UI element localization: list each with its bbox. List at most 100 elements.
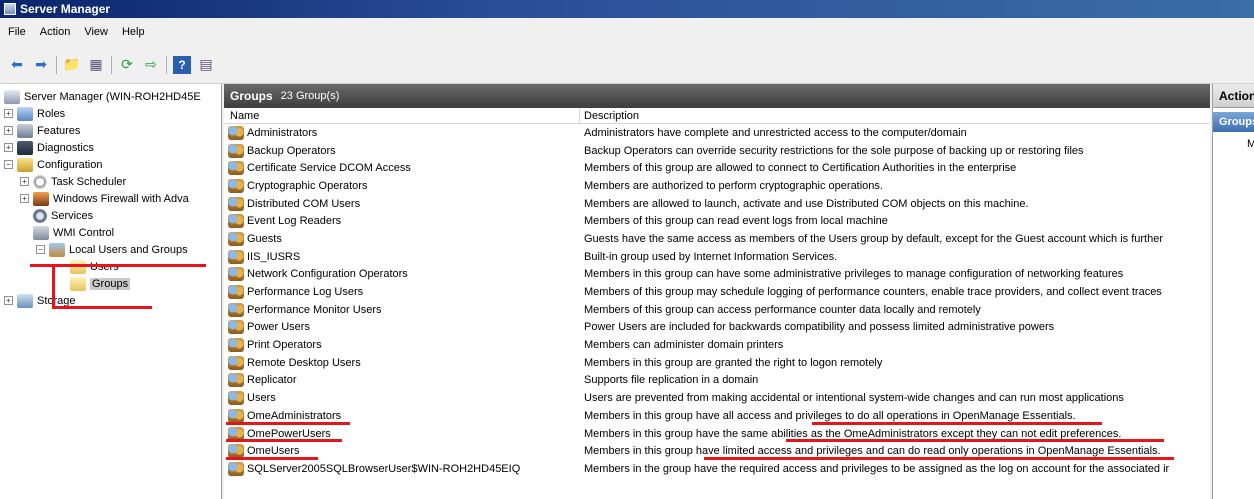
table-row[interactable]: Event Log Readers Members of this group c…: [224, 212, 1210, 230]
tree-label: Windows Firewall with Adva: [53, 192, 189, 205]
group-name-cell: Users: [224, 391, 580, 406]
tree-item-configuration[interactable]: − Configuration: [0, 156, 221, 173]
column-header-name[interactable]: Name: [224, 108, 580, 123]
table-row[interactable]: Administrators Administrators have comple…: [224, 124, 1210, 142]
action-pane-icon[interactable]: ▤: [197, 56, 215, 74]
menu-action[interactable]: Action: [36, 26, 81, 38]
group-icon: [228, 285, 244, 300]
group-icon: [228, 391, 244, 406]
table-row[interactable]: Power Users Power Users are included for …: [224, 319, 1210, 337]
collapse-icon[interactable]: −: [4, 160, 13, 169]
table-row[interactable]: OmePowerUsers Members in this group have …: [224, 425, 1210, 443]
table-row[interactable]: Guests Guests have the same access as mem…: [224, 230, 1210, 248]
group-name: Certificate Service DCOM Access: [247, 162, 411, 175]
table-row[interactable]: Performance Monitor Users Members of this…: [224, 301, 1210, 319]
tree-item-firewall[interactable]: + Windows Firewall with Adva: [0, 190, 221, 207]
toolbar-separator: [166, 55, 167, 74]
table-row[interactable]: Distributed COM Users Members are allowed…: [224, 195, 1210, 213]
group-name-cell: Backup Operators: [224, 143, 580, 158]
expand-icon[interactable]: +: [4, 109, 13, 118]
tree-item-local-users-and-groups[interactable]: − Local Users and Groups: [0, 241, 221, 258]
forward-arrow-icon[interactable]: ➡: [32, 56, 50, 74]
group-icon: [228, 302, 244, 317]
group-name: Guests: [247, 232, 282, 245]
table-row[interactable]: Network Configuration Operators Members i…: [224, 266, 1210, 284]
expand-icon[interactable]: +: [4, 296, 13, 305]
group-name-cell: Event Log Readers: [224, 214, 580, 229]
group-description: Members in this group have all access an…: [584, 409, 1076, 422]
help-icon[interactable]: ?: [173, 55, 191, 74]
group-icon: [228, 338, 244, 353]
expand-icon[interactable]: +: [20, 194, 29, 203]
table-row[interactable]: Certificate Service DCOM Access Members o…: [224, 159, 1210, 177]
tree-item-roles[interactable]: + Roles: [0, 105, 221, 122]
table-row[interactable]: OmeAdministrators Members in this group h…: [224, 407, 1210, 425]
pane-header: Groups 23 Group(s): [224, 84, 1210, 108]
group-icon: [228, 355, 244, 370]
group-description: Guests have the same access as members o…: [584, 232, 1164, 245]
configuration-icon: [17, 157, 33, 172]
tree-label: Storage: [37, 294, 76, 307]
menu-view[interactable]: View: [80, 26, 118, 38]
menu-file[interactable]: File: [4, 26, 36, 38]
group-icon: [228, 249, 244, 264]
collapse-icon[interactable]: −: [36, 245, 45, 254]
table-row[interactable]: IIS_IUSRS Built-in group used by Internet…: [224, 248, 1210, 266]
table-row[interactable]: SQLServer2005SQLBrowserUser$WIN-ROH2HD45…: [224, 460, 1210, 478]
table-row[interactable]: Backup Operators Backup Operators can ove…: [224, 142, 1210, 160]
group-description: Supports file replication in a domain: [584, 374, 759, 387]
group-icon: [228, 461, 244, 476]
menu-help[interactable]: Help: [118, 26, 155, 38]
table-row[interactable]: Remote Desktop Users Members in this grou…: [224, 354, 1210, 372]
tree-item-wmi-control[interactable]: WMI Control: [0, 224, 221, 241]
table-row[interactable]: OmeUsers Members in this group have limit…: [224, 442, 1210, 461]
toolbar: ⬅ ➡ 📁 ▦ ⟳ ⇨ ? ▤: [0, 46, 1254, 84]
group-icon: [228, 196, 244, 211]
column-header-description[interactable]: Description: [580, 108, 639, 123]
tree-item-services[interactable]: Services: [0, 207, 221, 224]
tree-item-server-manager[interactable]: Server Manager (WIN-ROH2HD45E: [0, 88, 221, 105]
tree-item-task-scheduler[interactable]: + Task Scheduler: [0, 173, 221, 190]
menu-bar: File Action View Help: [0, 18, 1254, 46]
group-name: Distributed COM Users: [247, 197, 361, 210]
table-row[interactable]: Replicator Supports file replication in a…: [224, 372, 1210, 390]
group-description: Members of this group can access perform…: [584, 303, 981, 316]
refresh-icon[interactable]: ⟳: [118, 56, 136, 74]
group-icon: [228, 320, 244, 335]
window-title-bar: Server Manager: [0, 0, 1254, 18]
expand-icon[interactable]: +: [20, 177, 29, 186]
table-row[interactable]: Cryptographic Operators Members are autho…: [224, 177, 1210, 195]
group-description: Built-in group used by Internet Informat…: [584, 250, 838, 263]
expand-icon[interactable]: +: [4, 143, 13, 152]
actions-section-groups[interactable]: Groups: [1213, 112, 1254, 132]
tree-label: Services: [51, 209, 94, 222]
group-name-cell: Performance Monitor Users: [224, 302, 580, 317]
tree-item-diagnostics[interactable]: + Diagnostics: [0, 139, 221, 156]
back-arrow-icon[interactable]: ⬅: [8, 56, 26, 74]
export-list-icon[interactable]: ⇨: [142, 56, 160, 74]
folder-icon: [70, 276, 86, 291]
highlight-bracket: [52, 266, 55, 308]
group-count: 23 Group(s): [280, 90, 340, 102]
expand-icon[interactable]: +: [4, 126, 13, 135]
more-actions-link[interactable]: More Actions: [1213, 132, 1254, 150]
group-name: Administrators: [247, 126, 318, 139]
group-description: Members can administer domain printers: [584, 339, 784, 352]
group-name: Network Configuration Operators: [247, 268, 408, 281]
table-row[interactable]: Performance Log Users Members of this gro…: [224, 283, 1210, 301]
tree-item-groups[interactable]: Groups: [0, 275, 221, 292]
table-row[interactable]: Users Users are prevented from making acc…: [224, 389, 1210, 407]
tree-label: Diagnostics: [37, 141, 94, 154]
show-hide-tree-icon[interactable]: ▦: [87, 56, 105, 74]
group-description: Administrators have complete and unrestr…: [584, 126, 967, 139]
group-description: Members in this group have the same abil…: [584, 427, 1122, 440]
group-description: Members are allowed to launch, activate …: [584, 197, 1029, 210]
up-folder-icon[interactable]: 📁: [63, 56, 81, 74]
group-description: Backup Operators can override security r…: [584, 144, 1084, 157]
group-name: Print Operators: [247, 339, 322, 352]
table-row[interactable]: Print Operators Members can administer do…: [224, 336, 1210, 354]
group-description: Power Users are included for backwards c…: [584, 321, 1055, 334]
tree-item-features[interactable]: + Features: [0, 122, 221, 139]
group-description: Members in the group have the required a…: [584, 462, 1170, 475]
group-name: Remote Desktop Users: [247, 356, 361, 369]
